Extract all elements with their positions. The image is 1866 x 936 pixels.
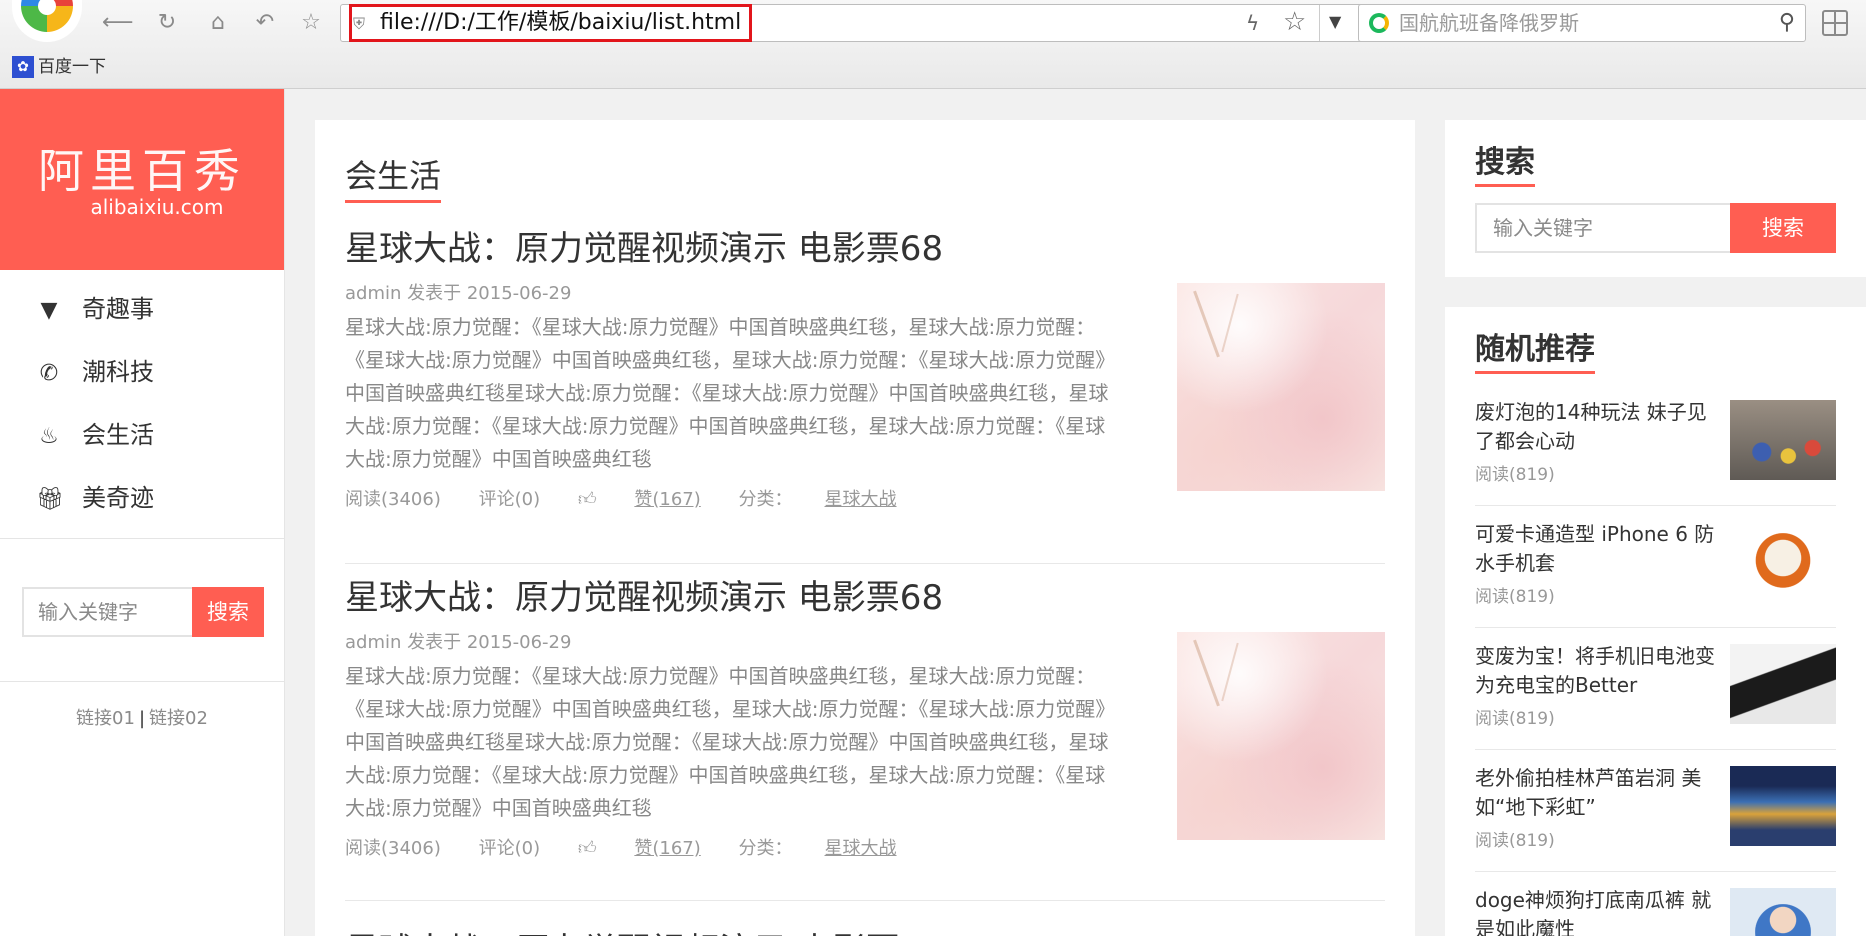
post-category-link[interactable]: 星球大战 bbox=[825, 489, 897, 510]
nav-item-label: 会生活 bbox=[82, 421, 154, 449]
recommend-thumbnail[interactable] bbox=[1730, 766, 1836, 846]
post-likes-count[interactable]: 赞(167) bbox=[634, 489, 700, 510]
recommend-item[interactable]: doge神烦狗打底南瓜裤 就是如此魔性 bbox=[1475, 872, 1836, 936]
shield-icon: ⛨ bbox=[353, 14, 366, 33]
post-comments[interactable]: 评论(0) bbox=[479, 838, 541, 859]
site-logo-en: alibaixiu.com bbox=[90, 195, 224, 219]
phone-icon: ✆ bbox=[39, 361, 59, 386]
search-engine-icon bbox=[1369, 13, 1389, 33]
recommend-item[interactable]: 可爱卡通造型 iPhone 6 防水手机套 阅读(819) bbox=[1475, 506, 1836, 628]
dropdown-arrow-icon[interactable]: ▼ bbox=[1329, 12, 1341, 31]
recommend-item[interactable]: 废灯泡的14种玩法 妹子见了都会心动 阅读(819) bbox=[1475, 384, 1836, 506]
sidebar-search-button[interactable]: 搜索 bbox=[192, 587, 264, 637]
recommend-title[interactable]: 废灯泡的14种玩法 妹子见了都会心动 bbox=[1475, 398, 1725, 456]
recommend-thumbnail[interactable] bbox=[1730, 644, 1836, 724]
browser-toolbar: ⟵ ↻ ⌂ ↶ ☆ file:///D:/工作/模板/baixiu/list.h… bbox=[0, 0, 1866, 89]
post-likes[interactable]: 👍︎ 赞(167) bbox=[578, 838, 701, 859]
post-comments[interactable]: 评论(0) bbox=[479, 489, 541, 510]
bookmark-star-icon[interactable]: ☆ bbox=[1283, 7, 1306, 37]
recommend-thumbnail[interactable] bbox=[1730, 888, 1836, 936]
funnel-icon: ▼ bbox=[40, 298, 58, 323]
post-excerpt: 星球大战:原力觉醒：《星球大战:原力觉醒》中国首映盛典红毯，星球大战:原力觉醒：… bbox=[345, 315, 1109, 471]
recommend-title[interactable]: doge神烦狗打底南瓜裤 就是如此魔性 bbox=[1475, 886, 1725, 936]
nav-item-chaokeji[interactable]: ✆ 潮科技 bbox=[0, 341, 284, 404]
nav-item-label: 美奇迹 bbox=[82, 484, 154, 512]
post-category-link[interactable]: 星球大战 bbox=[825, 838, 897, 859]
thumbs-up-icon: 👍︎ bbox=[577, 838, 597, 859]
nav-item-qiqushi[interactable]: ▼ 奇趣事 bbox=[0, 278, 284, 341]
favorite-icon[interactable]: ☆ bbox=[296, 8, 326, 38]
post-thumbnail[interactable] bbox=[1177, 283, 1385, 491]
post-title[interactable]: 星球大战：原力觉醒视频演示 电影票68 bbox=[345, 227, 1385, 271]
widget-title: 随机推荐 bbox=[1475, 331, 1595, 374]
category-nav: ▼ 奇趣事 ✆ 潮科技 ♨ 会生活 🎁︎ 美奇迹 bbox=[0, 270, 284, 539]
search-icon[interactable]: ⚲ bbox=[1779, 5, 1795, 41]
section-title: 会生活 bbox=[345, 156, 442, 203]
url-text[interactable]: file:///D:/工作/模板/baixiu/list.html bbox=[349, 4, 752, 42]
home-icon[interactable]: ⌂ bbox=[203, 8, 233, 38]
recommend-title[interactable]: 可爱卡通造型 iPhone 6 防水手机套 bbox=[1475, 520, 1725, 578]
browser-search-placeholder: 国航航班备降俄罗斯 bbox=[1399, 11, 1579, 35]
post-item: 星球大战：原力觉醒视频演示 电影票68 bbox=[345, 901, 1385, 936]
recommend-title[interactable]: 变废为宝！将手机旧电池变为充电宝的Better bbox=[1475, 642, 1725, 700]
recommend-thumbnail[interactable] bbox=[1730, 522, 1836, 602]
browser-search-box[interactable]: 国航航班备降俄罗斯 ⚲ bbox=[1358, 4, 1806, 42]
post-likes[interactable]: 👍︎ 赞(167) bbox=[578, 489, 701, 510]
nav-item-label: 奇趣事 bbox=[82, 295, 154, 323]
post-excerpt: 星球大战:原力觉醒：《星球大战:原力觉醒》中国首映盛典红毯，星球大战:原力觉醒：… bbox=[345, 664, 1109, 820]
bookmark-baidu[interactable]: ✿ 百度一下 bbox=[12, 56, 106, 78]
link-separator: | bbox=[138, 708, 146, 729]
sidebar-links: 链接01 | 链接02 bbox=[0, 682, 284, 730]
post-title[interactable]: 星球大战：原力觉醒视频演示 电影票68 bbox=[345, 901, 1385, 936]
post-item: 星球大战：原力觉醒视频演示 电影票68 admin 发表于 2015-06-29… bbox=[345, 564, 1385, 901]
recommend-thumbnail[interactable] bbox=[1730, 400, 1836, 480]
back-icon[interactable]: ⟵ bbox=[102, 8, 134, 38]
widget-search-row: 输入关键字 搜索 bbox=[1475, 203, 1836, 253]
widget-title: 搜索 bbox=[1475, 144, 1535, 187]
address-bar[interactable]: file:///D:/工作/模板/baixiu/list.html ⛨ ϟ ☆ … bbox=[340, 4, 1382, 42]
post-category-label: 分类： bbox=[738, 489, 793, 510]
site-logo-cn: 阿里百秀 bbox=[38, 144, 246, 198]
nav-item-huishenghuo[interactable]: ♨ 会生活 bbox=[0, 404, 284, 467]
widget-search-input[interactable]: 输入关键字 bbox=[1475, 203, 1730, 253]
recommend-title[interactable]: 老外偷拍桂林芦笛岩洞 美如“地下彩虹” bbox=[1475, 764, 1725, 822]
link-02[interactable]: 链接02 bbox=[149, 708, 208, 729]
post-stats: 阅读(3406) 评论(0) 👍︎ 赞(167) 分类： 星球大战 bbox=[345, 837, 1385, 861]
nav-item-meiqiji[interactable]: 🎁︎ 美奇迹 bbox=[0, 467, 284, 530]
sidebar-search-input[interactable]: 输入关键字 bbox=[22, 587, 192, 637]
refresh-icon[interactable]: ↻ bbox=[152, 8, 182, 38]
bookmark-label: 百度一下 bbox=[38, 57, 106, 77]
undo-icon[interactable]: ↶ bbox=[250, 8, 280, 38]
post-title[interactable]: 星球大战：原力觉醒视频演示 电影票68 bbox=[345, 564, 1385, 620]
main-content: 会生活 星球大战：原力觉醒视频演示 电影票68 admin 发表于 2015-0… bbox=[315, 120, 1415, 936]
post-item: 星球大战：原力觉醒视频演示 电影票68 admin 发表于 2015-06-29… bbox=[345, 227, 1385, 564]
sidebar-search: 输入关键字 搜索 bbox=[0, 539, 284, 682]
post-stats: 阅读(3406) 评论(0) 👍︎ 赞(167) 分类： 星球大战 bbox=[345, 488, 1385, 512]
widget-search-button[interactable]: 搜索 bbox=[1730, 203, 1836, 253]
address-divider bbox=[1319, 5, 1320, 41]
post-category-label: 分类： bbox=[738, 838, 793, 859]
post-category: 分类： 星球大战 bbox=[739, 489, 897, 510]
random-recommend-widget: 随机推荐 废灯泡的14种玩法 妹子见了都会心动 阅读(819) 可爱卡通造型 i… bbox=[1445, 307, 1866, 936]
browser-logo-icon[interactable] bbox=[12, 0, 82, 42]
post-reads: 阅读(3406) bbox=[345, 489, 441, 510]
fire-icon: ♨ bbox=[39, 424, 59, 449]
link-01[interactable]: 链接01 bbox=[76, 708, 135, 729]
post-reads: 阅读(3406) bbox=[345, 838, 441, 859]
recommend-item[interactable]: 老外偷拍桂林芦笛岩洞 美如“地下彩虹” 阅读(819) bbox=[1475, 750, 1836, 872]
site-logo[interactable]: 阿里百秀 alibaixiu.com bbox=[0, 89, 284, 270]
search-widget: 搜索 输入关键字 搜索 bbox=[1445, 120, 1866, 277]
recommend-item[interactable]: 变废为宝！将手机旧电池变为充电宝的Better 阅读(819) bbox=[1475, 628, 1836, 750]
extensions-grid-icon[interactable] bbox=[1822, 10, 1848, 36]
thumbs-up-icon: 👍︎ bbox=[577, 489, 597, 510]
post-likes-count[interactable]: 赞(167) bbox=[634, 838, 700, 859]
post-category: 分类： 星球大战 bbox=[739, 838, 897, 859]
gift-icon: 🎁︎ bbox=[36, 487, 64, 512]
nav-item-label: 潮科技 bbox=[82, 358, 154, 386]
lightning-icon[interactable]: ϟ bbox=[1246, 11, 1259, 35]
left-sidebar: 阿里百秀 alibaixiu.com ▼ 奇趣事 ✆ 潮科技 ♨ 会生活 🎁︎ 美奇迹 … bbox=[0, 89, 285, 936]
post-thumbnail[interactable] bbox=[1177, 632, 1385, 840]
baidu-paw-icon: ✿ bbox=[12, 56, 34, 78]
